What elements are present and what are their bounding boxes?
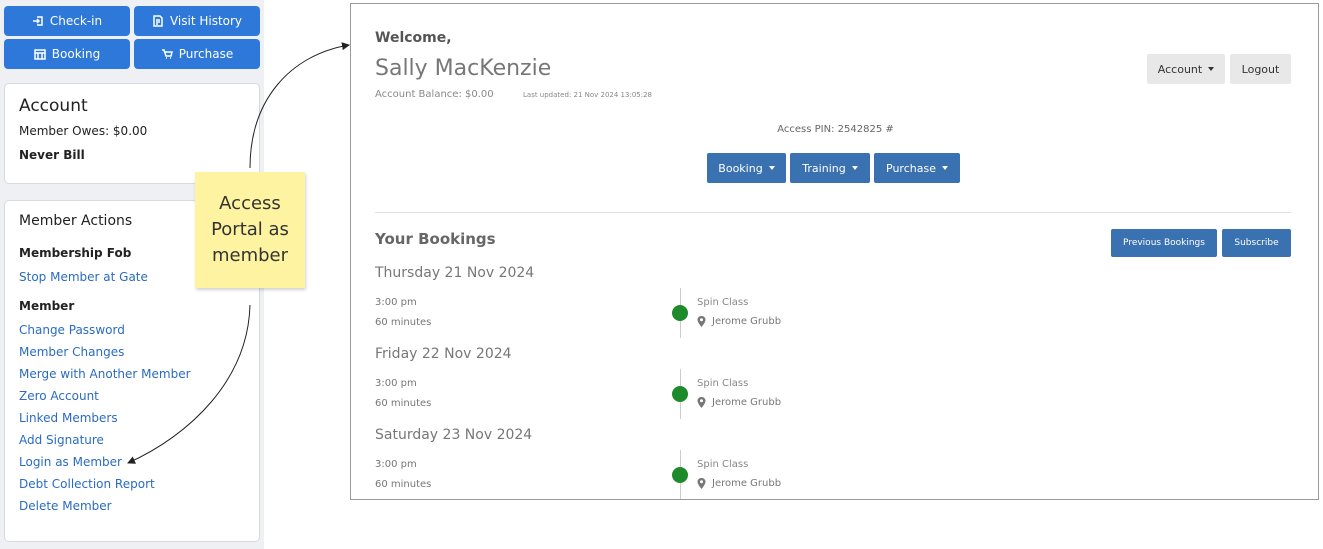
member-changes-link[interactable]: Member Changes xyxy=(19,345,124,359)
logout-button[interactable]: Logout xyxy=(1230,54,1291,84)
booking-button[interactable]: Booking xyxy=(4,39,130,69)
add-signature-link[interactable]: Add Signature xyxy=(19,433,104,447)
annotation-line-2: Portal as xyxy=(211,219,289,240)
booking-date: Saturday 23 Nov 2024 xyxy=(375,427,533,443)
booking-date: Friday 22 Nov 2024 xyxy=(375,346,512,362)
last-updated: Last updated: 21 Nov 2024 13:05:28 xyxy=(523,91,652,99)
change-password-link[interactable]: Change Password xyxy=(19,323,125,337)
member-heading: Member xyxy=(19,299,75,313)
merge-member-link[interactable]: Merge with Another Member xyxy=(19,367,191,381)
section-divider xyxy=(375,212,1291,213)
login-as-member-link[interactable]: Login as Member xyxy=(19,455,122,469)
your-bookings-title: Your Bookings xyxy=(375,230,496,248)
caret-down-icon xyxy=(851,166,858,170)
map-marker-icon xyxy=(697,397,706,408)
purchase-label: Purchase xyxy=(178,47,234,61)
account-dropdown-label: Account xyxy=(1157,62,1203,76)
booking-date: Thursday 21 Nov 2024 xyxy=(375,265,535,281)
account-panel: Account Member Owes: $0.00 Never Bill xyxy=(4,83,260,184)
booking-time: 3:00 pm xyxy=(375,297,417,308)
status-dot xyxy=(672,305,688,321)
booking-trainer: Jerome Grubb xyxy=(697,397,781,408)
status-dot xyxy=(672,386,688,402)
booking-trainer: Jerome Grubb xyxy=(697,316,781,327)
caret-down-icon xyxy=(768,166,775,170)
membership-fob-heading: Membership Fob xyxy=(19,246,132,260)
debt-collection-report-link[interactable]: Debt Collection Report xyxy=(19,477,155,491)
booking-trainer: Jerome Grubb xyxy=(697,478,781,489)
document-icon xyxy=(153,15,163,27)
booking-class[interactable]: Spin Class xyxy=(697,378,748,389)
trainer-name: Jerome Grubb xyxy=(712,316,782,327)
account-title: Account xyxy=(19,96,88,116)
account-dropdown-button[interactable]: Account xyxy=(1147,54,1225,84)
trainer-name: Jerome Grubb xyxy=(712,397,782,408)
member-name: Sally MacKenzie xyxy=(375,56,552,81)
visit-history-label: Visit History xyxy=(169,14,243,28)
annotation-line-1: Access xyxy=(219,193,281,214)
booking-label: Booking xyxy=(51,47,101,61)
booking-duration: 60 minutes xyxy=(375,479,432,490)
training-menu-label: Training xyxy=(802,161,846,175)
booking-duration: 60 minutes xyxy=(375,317,432,328)
welcome-text: Welcome, xyxy=(375,30,452,46)
map-marker-icon xyxy=(697,316,706,327)
member-owes: Member Owes: $0.00 xyxy=(19,124,148,138)
status-dot xyxy=(672,467,688,483)
annotation-line-3: member xyxy=(211,245,289,266)
arrow-to-portal xyxy=(249,42,350,169)
purchase-menu-label: Purchase xyxy=(886,161,936,175)
subscribe-label: Subscribe xyxy=(1234,238,1279,248)
delete-member-link[interactable]: Delete Member xyxy=(19,499,112,513)
annotation-sticky-note: Access Portal as member xyxy=(195,172,305,288)
booking-menu-button[interactable]: Booking xyxy=(707,153,786,183)
account-balance: Account Balance: $0.00 xyxy=(375,89,494,100)
subscribe-button[interactable]: Subscribe xyxy=(1222,229,1291,257)
purchase-menu-button[interactable]: Purchase xyxy=(874,153,960,183)
stop-member-at-gate-link[interactable]: Stop Member at Gate xyxy=(19,270,148,284)
caret-down-icon xyxy=(941,166,948,170)
training-menu-button[interactable]: Training xyxy=(790,153,870,183)
member-actions-title: Member Actions xyxy=(19,213,133,229)
trainer-name: Jerome Grubb xyxy=(712,478,782,489)
checkin-button[interactable]: Check-in xyxy=(4,6,130,36)
billing-status: Never Bill xyxy=(19,148,85,162)
member-portal-window: Welcome, Sally MacKenzie Account Balance… xyxy=(350,3,1319,500)
booking-class[interactable]: Spin Class xyxy=(697,297,748,308)
booking-time: 3:00 pm xyxy=(375,378,417,389)
caret-down-icon xyxy=(1208,67,1215,71)
access-pin: Access PIN: 2542825 # xyxy=(777,124,894,135)
booking-menu-label: Booking xyxy=(718,161,763,175)
linked-members-link[interactable]: Linked Members xyxy=(19,411,118,425)
booking-duration: 60 minutes xyxy=(375,398,432,409)
booking-time: 3:00 pm xyxy=(375,459,417,470)
visit-history-button[interactable]: Visit History xyxy=(134,6,260,36)
booking-class[interactable]: Spin Class xyxy=(697,459,748,470)
logout-label: Logout xyxy=(1241,62,1280,76)
previous-bookings-button[interactable]: Previous Bookings xyxy=(1111,229,1217,257)
cart-icon xyxy=(161,49,173,59)
purchase-button[interactable]: Purchase xyxy=(134,39,260,69)
checkin-label: Check-in xyxy=(49,14,103,28)
sign-in-icon xyxy=(32,16,43,26)
zero-account-link[interactable]: Zero Account xyxy=(19,389,99,403)
previous-bookings-label: Previous Bookings xyxy=(1123,238,1205,248)
calendar-icon xyxy=(34,49,46,60)
map-marker-icon xyxy=(697,478,706,489)
